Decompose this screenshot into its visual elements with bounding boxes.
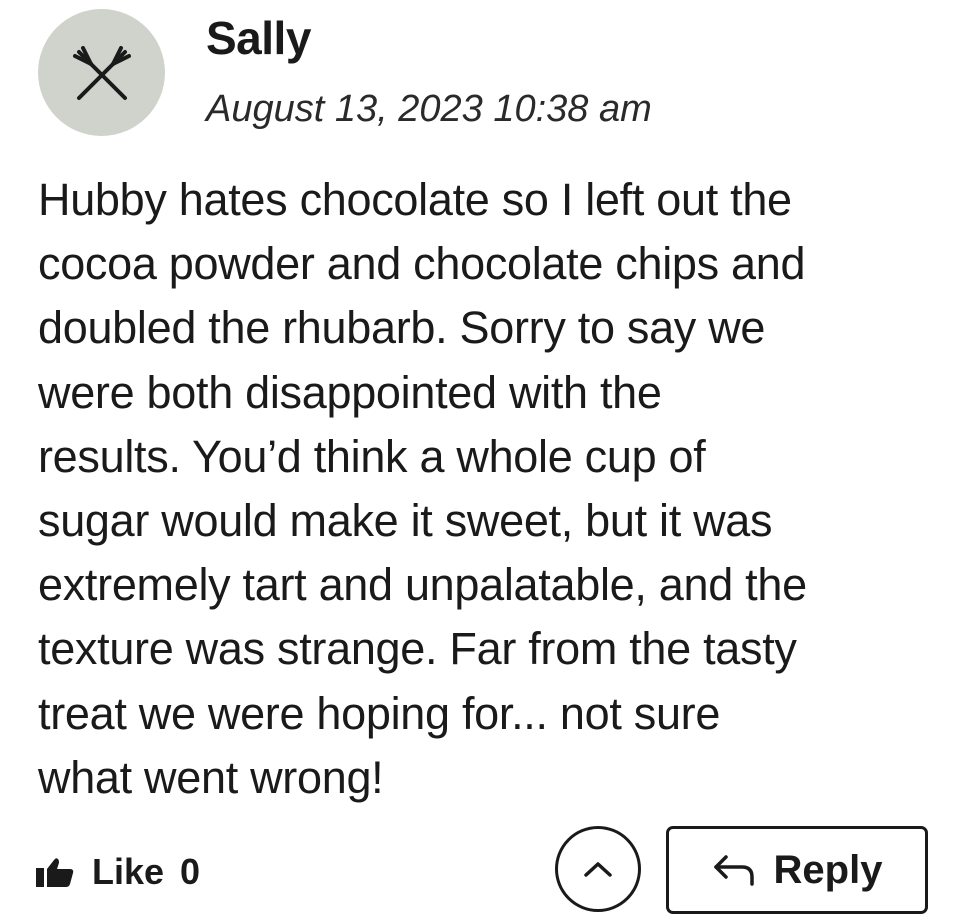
reply-label: Reply bbox=[773, 847, 883, 892]
chevron-up-icon bbox=[584, 862, 612, 877]
like-button[interactable]: Like 0 bbox=[36, 846, 200, 898]
like-label: Like bbox=[92, 851, 165, 892]
reply-arrow-icon bbox=[713, 855, 754, 886]
like-count: 0 bbox=[180, 851, 201, 892]
avatar bbox=[38, 9, 165, 136]
reply-button[interactable]: Reply bbox=[666, 826, 928, 914]
comment-author: Sally bbox=[206, 12, 311, 64]
comment-body: Hubby hates chocolate so I left out the … bbox=[38, 174, 807, 803]
collapse-button[interactable] bbox=[555, 826, 641, 912]
fork-knife-icon bbox=[72, 45, 131, 100]
thumbs-up-icon bbox=[36, 858, 74, 887]
comment-timestamp: August 13, 2023 10:38 am bbox=[206, 88, 652, 130]
